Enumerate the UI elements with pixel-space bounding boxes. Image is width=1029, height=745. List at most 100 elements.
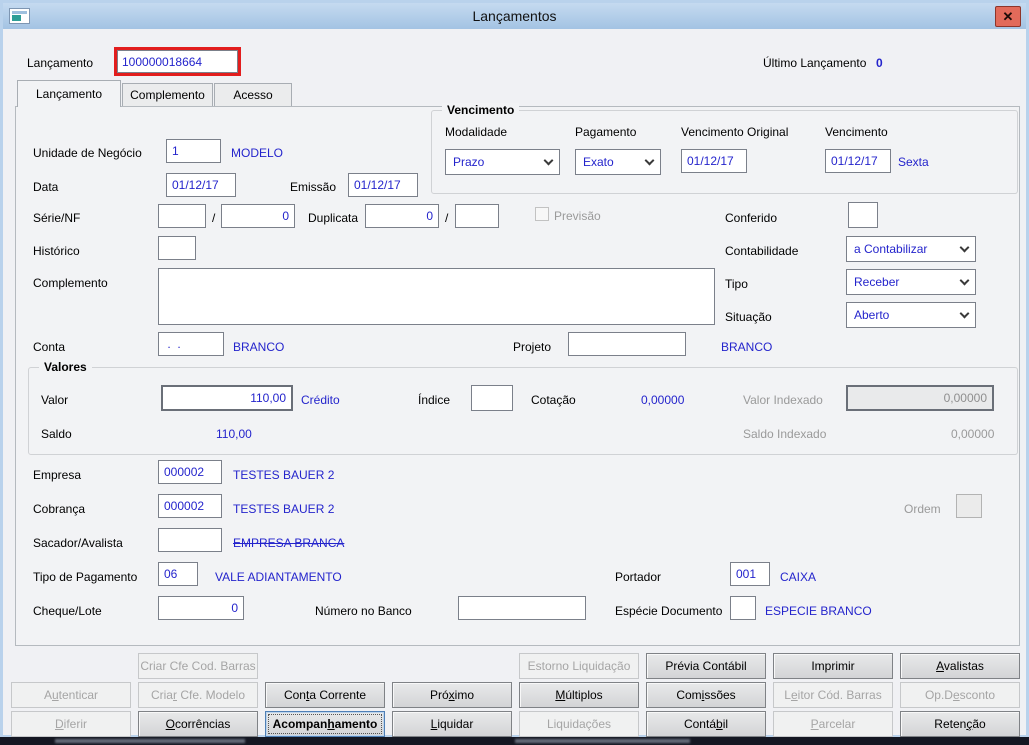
diferir-button: Diferir [11,711,131,737]
background-text-smudge [55,739,245,743]
especie-documento-description: ESPECIE BRANCO [765,604,872,618]
indice-label: Índice [418,393,451,407]
especie-documento-input[interactable] [730,596,756,620]
modalidade-select[interactable]: Prazo [445,149,560,175]
previsao-label: Previsão [554,209,601,223]
close-icon[interactable]: ✕ [995,6,1021,27]
tab-complemento[interactable]: Complemento [122,83,213,106]
tab-acesso[interactable]: Acesso [214,83,292,106]
lancamento-input[interactable] [117,50,238,73]
tipo-pagamento-description: VALE ADIANTAMENTO [215,570,342,584]
proximo-button[interactable]: Próximo [392,682,512,708]
numero-banco-label: Número no Banco [315,604,412,618]
parcelar-button: Parcelar [773,711,893,737]
portador-label: Portador [615,570,662,584]
unidade-negocio-label: Unidade de Negócio [33,146,142,160]
tab-lancamento[interactable]: Lançamento [17,80,121,107]
ordem-box [956,494,982,518]
complemento-label: Complemento [33,276,108,290]
title-bar[interactable]: Lançamentos ✕ [3,3,1026,29]
window-title: Lançamentos [472,8,557,24]
ordem-label: Ordem [904,502,941,516]
chevron-down-icon [543,155,554,165]
numero-banco-input[interactable] [458,596,586,620]
cheque-lote-input[interactable] [158,596,244,620]
imprimir-button[interactable]: Imprimir [773,653,893,679]
credito-label: Crédito [301,393,340,407]
criar-cfe-modelo-button: Criar Cfe. Modelo [138,682,258,708]
autenticar-button: Autenticar [11,682,131,708]
sacador-avalista-input[interactable] [158,528,222,552]
saldo-indexado-label: Saldo Indexado [743,427,827,441]
vencimento-original-label: Vencimento Original [681,125,789,139]
previsao-checkbox [535,207,549,221]
form-icon [9,8,30,24]
liquidar-button[interactable]: Liquidar [392,711,512,737]
liquidacoes-button: Liquidações [519,711,639,737]
unidade-negocio-input[interactable] [166,139,221,163]
conta-input[interactable] [158,332,224,356]
data-input[interactable] [166,173,236,197]
lancamento-highlight [114,47,241,76]
cobranca-description: TESTES BAUER 2 [233,502,335,516]
especie-documento-label: Espécie Documento [615,604,723,618]
background-text-smudge [515,739,690,743]
pagamento-value: Exato [583,155,614,169]
contabilidade-select[interactable]: a Contabilizar [846,236,976,262]
vencimento-label: Vencimento [825,125,888,139]
multiplos-button[interactable]: Múltiplos [519,682,639,708]
duplicata-separator: / [445,211,449,225]
contabil-button[interactable]: Contábil [646,711,766,737]
avalistas-button[interactable]: Avalistas [900,653,1020,679]
saldo-value: 110,00 [216,427,252,441]
op-desconto-button: Op.Desconto [900,682,1020,708]
conferido-input[interactable] [848,202,878,228]
serie-input[interactable] [158,204,206,228]
background-window-strip [0,737,1029,745]
nf-input[interactable] [221,204,295,228]
unidade-negocio-description: MODELO [231,146,284,160]
comissoes-button[interactable]: Comissões [646,682,766,708]
tipo-pagamento-input[interactable] [158,562,198,586]
conta-description: BRANCO [233,340,285,354]
vencimento-input[interactable] [825,149,891,173]
cobranca-input[interactable] [158,494,222,518]
ocorrencias-button[interactable]: Ocorrências [138,711,258,737]
valor-label: Valor [41,393,69,407]
historico-label: Histórico [33,244,80,258]
tipo-select[interactable]: Receber [846,269,976,295]
duplicata-label: Duplicata [308,211,359,225]
cotacao-value: 0,00000 [641,393,685,407]
emissao-input[interactable] [348,173,418,197]
retencao-button[interactable]: Retenção [900,711,1020,737]
complemento-textarea[interactable] [158,268,715,325]
empresa-input[interactable] [158,460,222,484]
previa-contabil-button[interactable]: Prévia Contábil [646,653,766,679]
pagamento-select[interactable]: Exato [575,149,661,175]
criar-cfe-cod-barras-button: Criar Cfe Cod. Barras [138,653,258,679]
valor-indexado-label: Valor Indexado [743,393,823,407]
projeto-input[interactable] [568,332,686,356]
duplicata-input[interactable] [365,204,439,228]
cotacao-label: Cotação [531,393,576,407]
projeto-label: Projeto [513,340,552,354]
saldo-indexado-value: 0,00000 [951,427,995,441]
vencimento-original-input[interactable] [681,149,747,173]
acompanhamento-button[interactable]: Acompanhamento [265,711,385,737]
valor-input[interactable] [161,385,293,411]
projeto-description: BRANCO [721,340,773,354]
conta-corrente-button[interactable]: Conta Corrente [265,682,385,708]
conta-label: Conta [33,340,66,354]
situacao-select[interactable]: Aberto [846,302,976,328]
tipo-value: Receber [854,275,900,289]
lancamento-label: Lançamento [27,56,94,70]
serie-separator: / [212,211,216,225]
historico-input[interactable] [158,236,196,260]
portador-input[interactable] [730,562,770,586]
indice-input[interactable] [471,385,513,411]
chevron-down-icon [644,155,655,165]
sacador-avalista-label: Sacador/Avalista [33,536,123,550]
lancamentos-window: Lançamentos ✕ Lançamento Último Lançamen… [0,0,1029,738]
duplicata-parcela-input[interactable] [455,204,499,228]
chevron-down-icon [959,275,970,285]
